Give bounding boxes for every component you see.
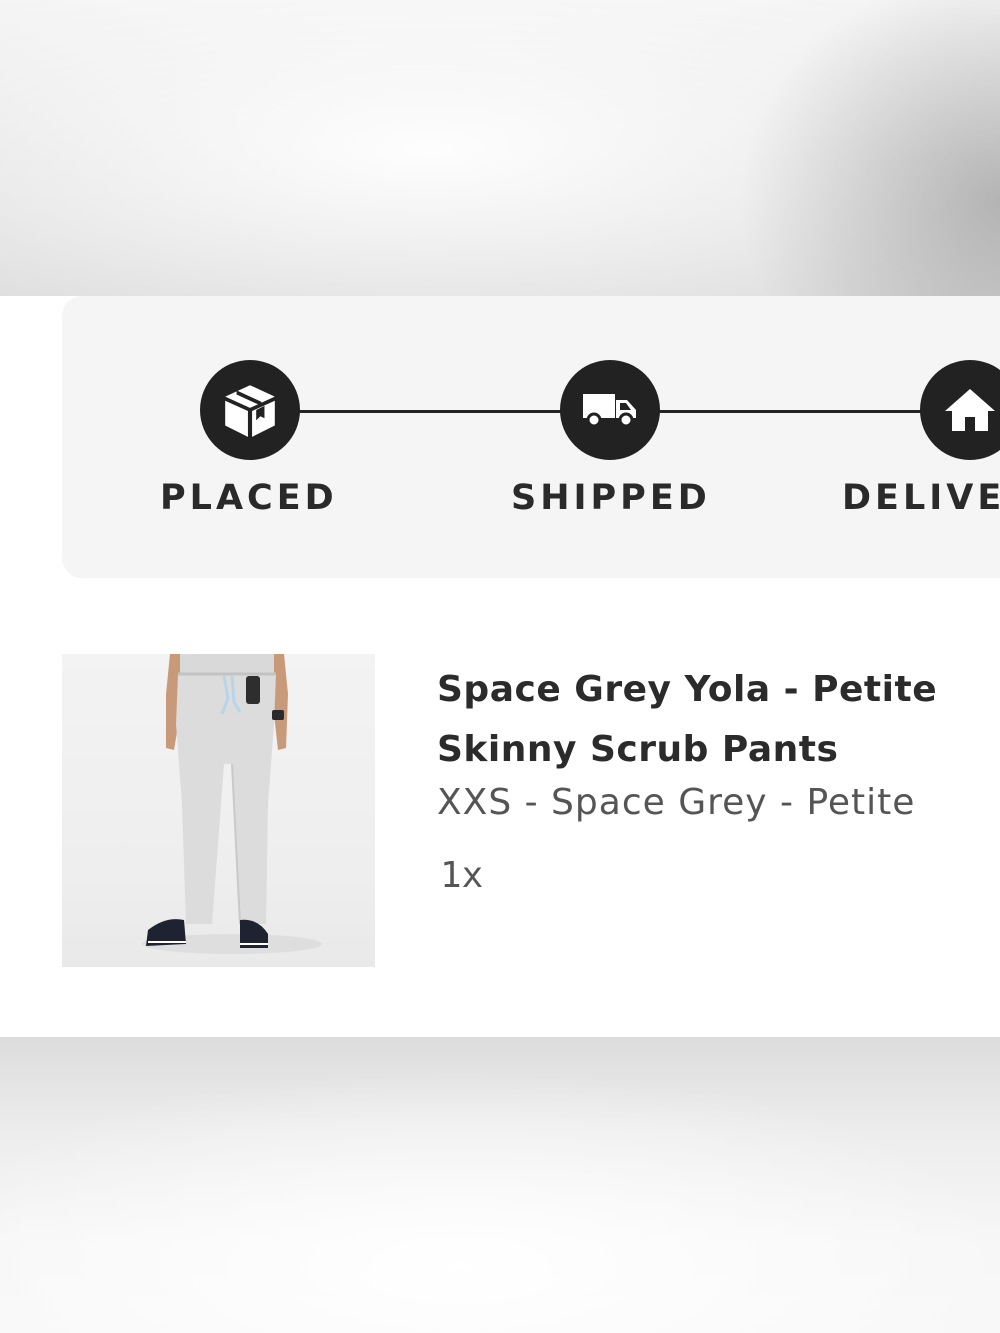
blurred-background-bottom [0,1037,1000,1333]
product-image[interactable] [62,654,375,967]
step-label-shipped: SHIPPED [511,478,711,518]
order-status-tracker [62,296,1000,578]
product-variant: XXS - Space Grey - Petite [437,782,916,823]
step-label-delivered: DELIVE [842,478,1000,518]
house-icon [945,389,995,431]
truck-icon [583,394,636,428]
product-title[interactable]: Space Grey Yola - Petite Skinny Scrub Pa… [437,660,997,780]
product-title-line-1: Space Grey Yola - Petite [437,669,938,710]
step-shipped [560,360,660,460]
product-quantity: 1x [440,855,484,896]
scrub-pants-model-illustration [142,654,322,954]
blurred-background-top [0,0,1000,296]
package-icon [225,385,275,437]
step-placed [200,360,300,460]
step-label-placed: PLACED [160,478,338,518]
product-title-line-2: Skinny Scrub Pants [437,729,839,770]
